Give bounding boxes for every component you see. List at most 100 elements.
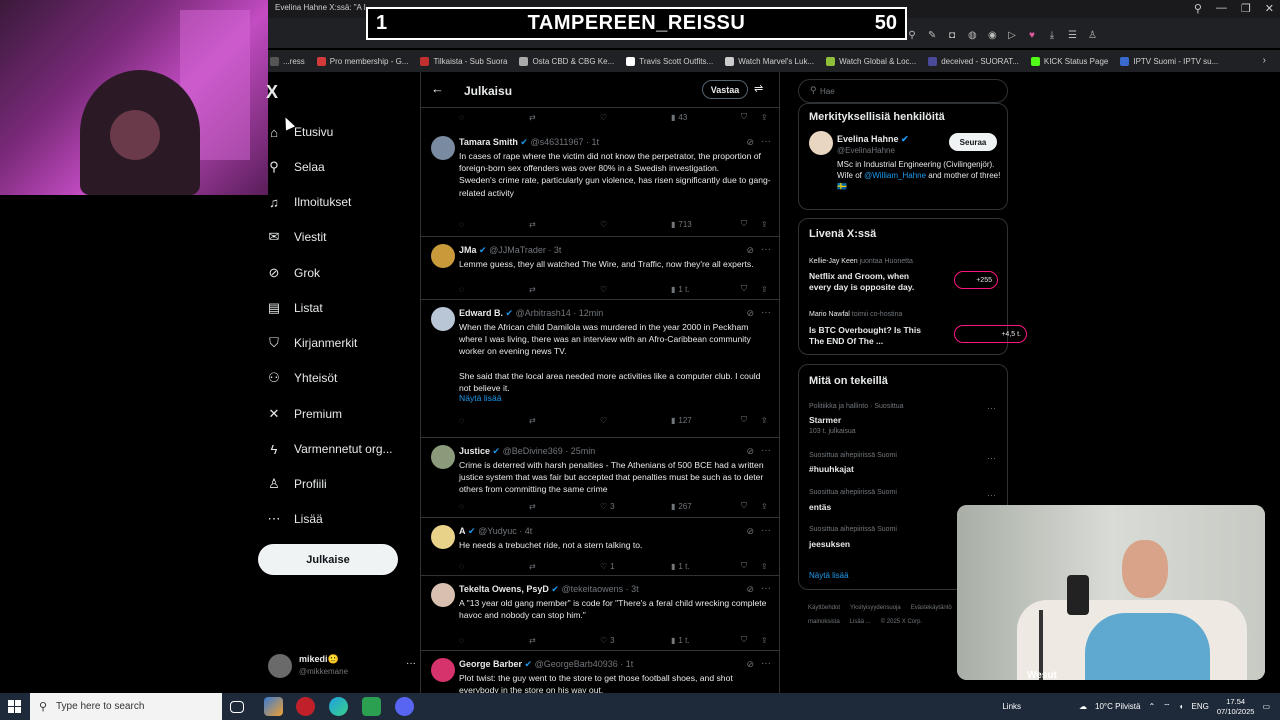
nav-item-premium[interactable]: ✕ Premium [266,402,342,426]
share-icon[interactable]: ⇪ [761,562,768,571]
maximize-icon[interactable]: ❐ [1241,2,1251,15]
reply-icon[interactable]: ◌ [459,113,464,122]
task-view-icon[interactable] [230,701,244,713]
grok-icon[interactable]: ⊘ [746,446,754,457]
tweet[interactable]: George Barber ✔ @GeorgeBarb40936 · 1t ⊘ ··… [421,652,779,693]
author-name[interactable]: JMa [459,245,477,255]
tweet[interactable]: JMa ✔ @JJMaTrader · 3t ⊘ ··· Lemme guess, t… [421,238,779,300]
like-icon[interactable]: ♡ [600,416,610,425]
more-icon[interactable]: ··· [987,490,996,500]
shield-icon[interactable]: ◍ [968,30,977,41]
share-icon[interactable]: ⇪ [761,113,768,122]
camera-icon[interactable]: ◘ [948,30,956,41]
tray-chevron-icon[interactable]: ⌃ [1148,702,1155,711]
notifications-icon[interactable]: ▭ [1262,702,1270,711]
more-icon[interactable]: ··· [987,403,996,413]
bookmark-icon[interactable]: ⛉ [741,635,747,645]
author-name[interactable]: George Barber [459,659,522,669]
x-logo-icon[interactable]: X [266,82,278,103]
grok-icon[interactable]: ⊘ [746,137,754,148]
like-icon[interactable]: ♡ 1 [600,562,615,571]
links-toolbar[interactable]: Links [1002,702,1021,711]
footer-link[interactable]: Käyttöehdot [808,605,840,611]
app-icon[interactable] [264,697,283,716]
more-icon[interactable]: ··· [761,525,771,536]
more-icon[interactable]: ··· [761,136,771,147]
bookmark-icon[interactable]: ⛉ [741,284,747,294]
nav-item-kirjanmerkit[interactable]: ⛉ Kirjanmerkit [266,331,357,355]
footer-link[interactable]: © 2025 X Corp. [881,619,922,625]
avatar[interactable] [431,136,455,160]
bio-link[interactable]: @William_Hahne [864,171,926,180]
author-name[interactable]: A [459,526,466,536]
bookmark-icon[interactable]: ⛉ [741,501,747,511]
grok-icon[interactable]: ⊘ [746,584,754,595]
more-icon[interactable]: ··· [761,658,771,669]
avatar[interactable] [431,525,455,549]
nav-item-grok[interactable]: ⊘ Grok [266,261,320,285]
author-name[interactable]: Justice [459,446,490,456]
like-icon[interactable]: ♡ 3 [600,636,615,645]
views-icon[interactable]: ▮ 127 [671,416,692,425]
language-indicator[interactable]: ENG [1192,702,1209,711]
bookmark-item[interactable]: deceived - SUORAT... [928,56,1019,66]
play-icon[interactable]: ▷ [1008,30,1016,41]
person-name[interactable]: Evelina Hahne ✔ [837,134,909,145]
tweet[interactable]: Tekelta Owens, PsyD ✔ @tekeitaowens · 3t… [421,577,779,651]
views-icon[interactable]: ▮ 1 t. [671,636,690,645]
share-icon[interactable]: ✎ [928,30,936,41]
repost-icon[interactable]: ⇄ [529,113,536,122]
nav-item-listat[interactable]: ▤ Listat [266,296,323,320]
share-icon[interactable]: ⇪ [761,416,768,425]
more-icon[interactable]: ··· [761,307,771,318]
download-icon[interactable]: ⤓ [1048,30,1056,41]
post-button[interactable]: Julkaise [258,544,398,575]
repost-icon[interactable]: ⇄ [529,636,536,645]
grok-icon[interactable]: ⊘ [746,308,754,319]
more-icon[interactable]: ··· [406,658,416,669]
nav-item-varmennetut-org-[interactable]: ϟ Varmennetut org... [266,437,393,461]
network-icon[interactable]: ⌔ [1163,702,1171,712]
edge-icon[interactable] [329,697,348,716]
tweet[interactable]: Edward B. ✔ @Arbitrash14 · 12min ⊘ ··· When… [421,301,779,438]
nav-item-yhteisöt[interactable]: ⚇ Yhteisöt [266,366,337,390]
more-icon[interactable]: ··· [761,583,771,594]
share-icon[interactable]: ⇪ [761,220,768,229]
views-icon[interactable]: ▮ 1 t. [671,285,690,294]
reply-icon[interactable]: ◌ [459,220,464,229]
taskbar-search-input[interactable]: ⚲ Type here to search [30,693,222,720]
reply-button[interactable]: Vastaa [702,80,748,99]
close-icon[interactable]: ✕ [1265,2,1274,15]
author-name[interactable]: Tekelta Owens, PsyD [459,584,549,594]
clock[interactable]: 17.54 07/10/2025 [1217,697,1255,717]
repost-icon[interactable]: ⇄ [529,220,536,229]
tweet[interactable]: A ✔ @Yudyuc · 4t ⊘ ··· He needs a trebuchet… [421,519,779,576]
zoom-icon[interactable]: ⚲ [908,30,916,41]
avatar[interactable] [809,131,833,155]
repost-icon[interactable]: ⇄ [529,562,536,571]
eye-icon[interactable]: ◉ [988,30,997,41]
weather-icon[interactable]: ☁ [1079,702,1087,711]
nav-item-viestit[interactable]: ✉ Viestit [266,225,327,249]
follow-button[interactable]: Seuraa [949,133,997,151]
like-icon[interactable]: ♡ 3 [600,502,615,511]
more-icon[interactable]: ··· [761,445,771,456]
grok-icon[interactable]: ⊘ [746,526,754,537]
reply-icon[interactable]: ◌ [459,636,464,645]
bookmark-item[interactable]: ...ress [270,56,305,66]
author-name[interactable]: Edward B. [459,308,503,318]
bookmark-item[interactable]: Pro membership - G... [316,56,408,66]
bookmarks-more-icon[interactable]: › [1263,55,1266,66]
opera-icon[interactable] [296,697,315,716]
windows-start-icon[interactable] [8,700,21,713]
like-icon[interactable]: ♡ [600,220,610,229]
reply-icon[interactable]: ◌ [459,416,464,425]
avatar[interactable] [431,583,455,607]
avatar[interactable] [431,307,455,331]
volume-icon[interactable]: ◖ [1179,702,1184,711]
like-icon[interactable]: ♡ [600,285,610,294]
more-icon[interactable]: ··· [761,244,771,255]
share-icon[interactable]: ⇪ [761,285,768,294]
reply-icon[interactable]: ◌ [459,562,464,571]
tweet[interactable]: Tamara Smith ✔ @s46311967 · 1t ⊘ ··· In cas… [421,130,779,237]
